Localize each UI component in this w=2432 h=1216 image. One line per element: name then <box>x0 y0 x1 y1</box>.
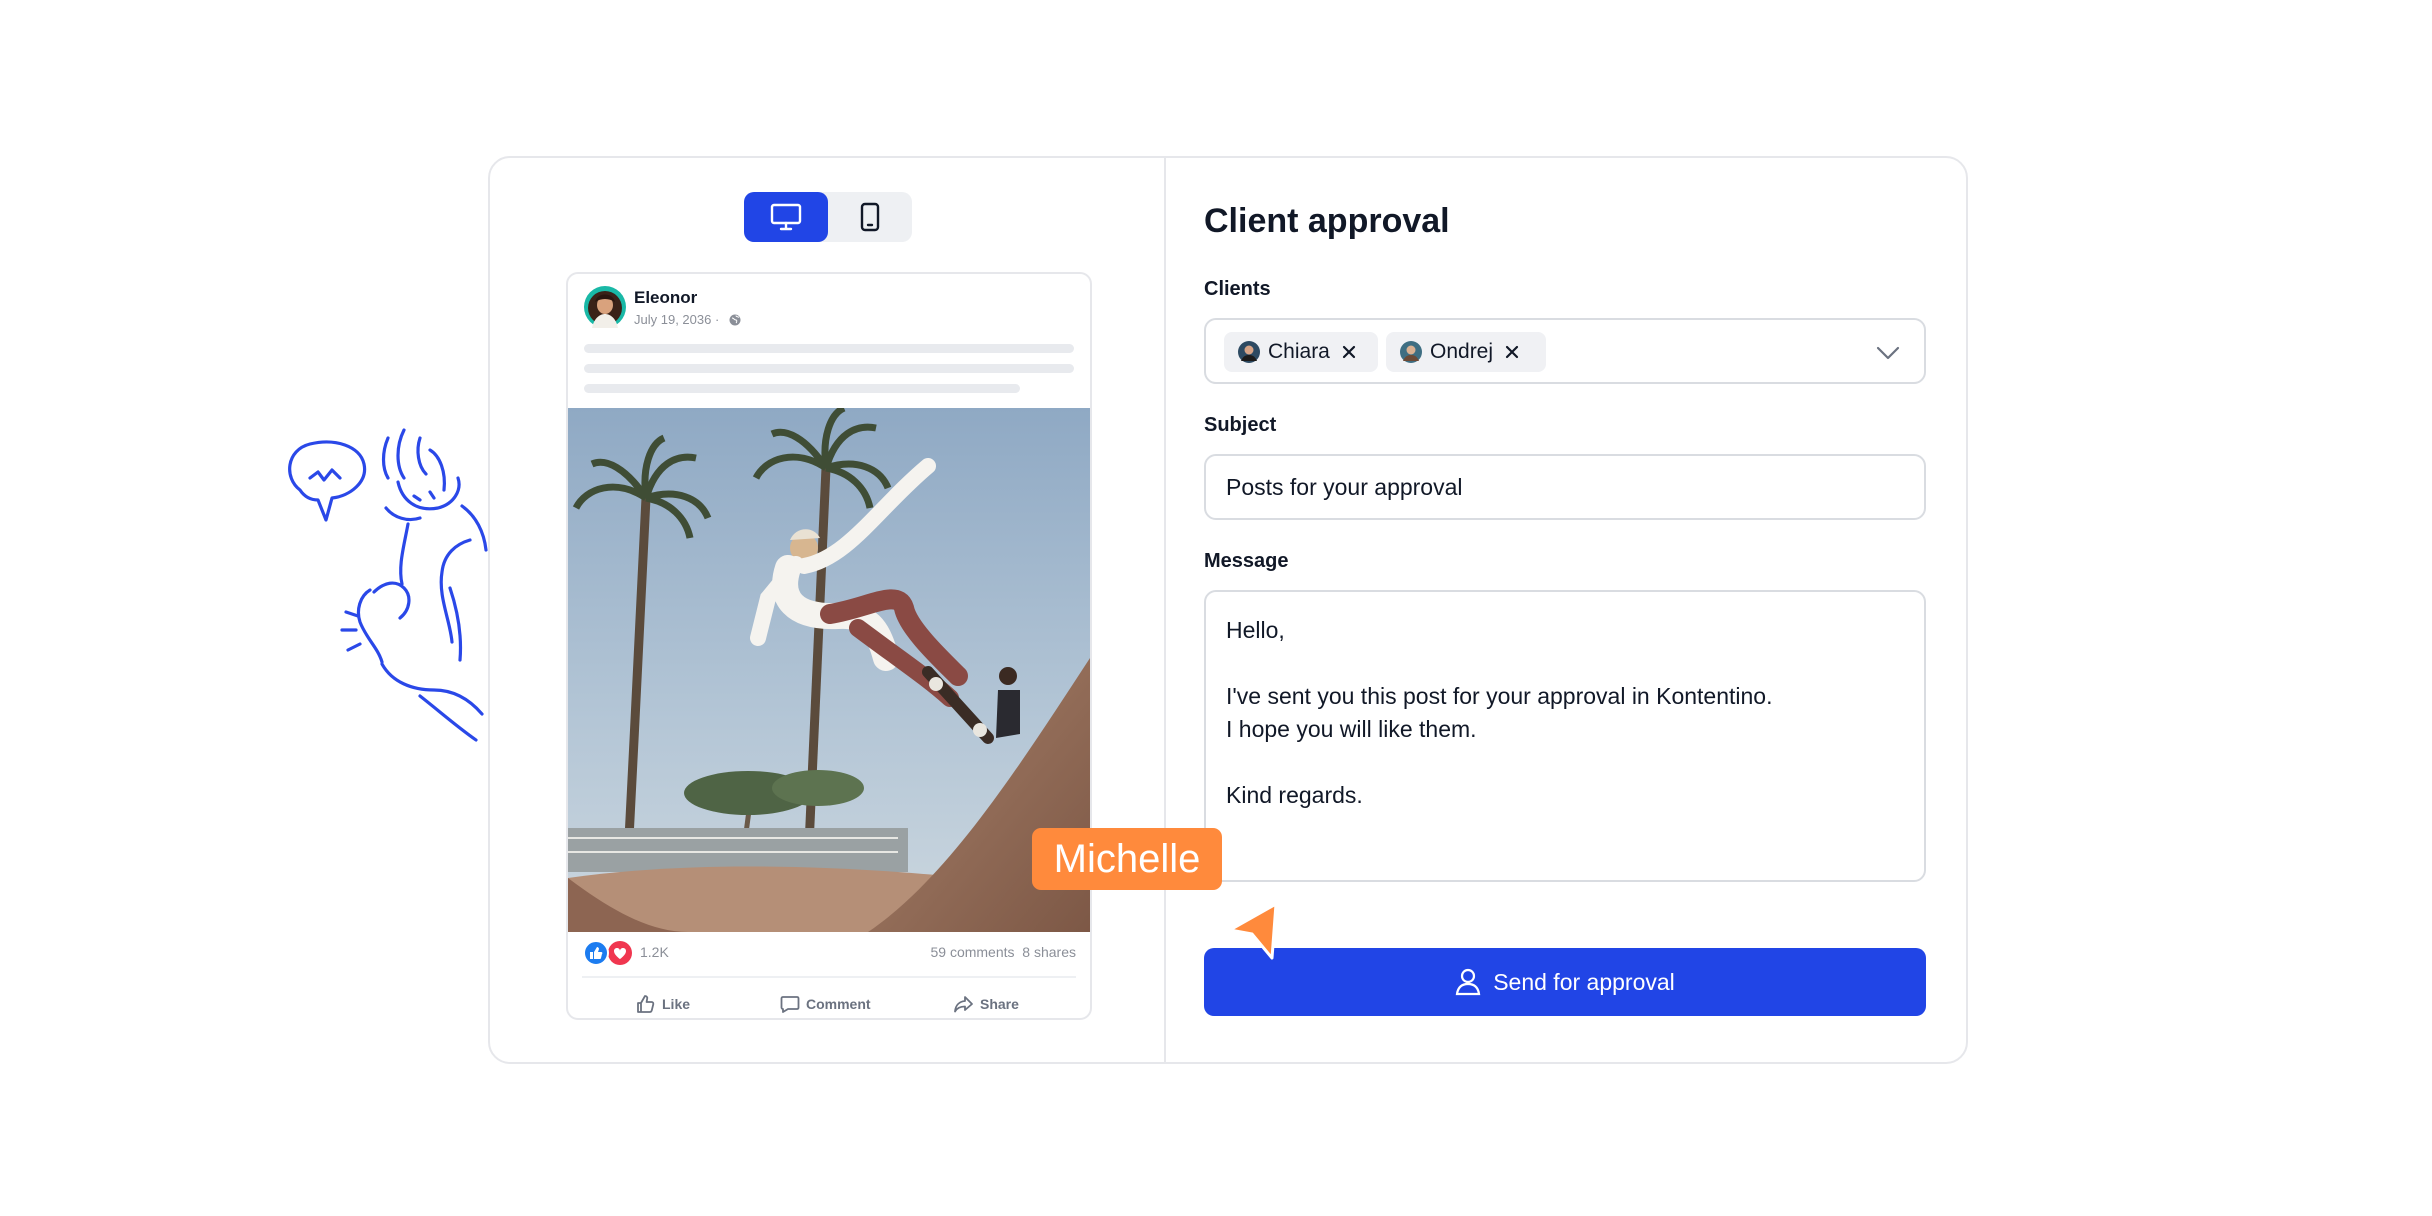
subject-input[interactable]: Posts for your approval <box>1204 454 1926 520</box>
share-action[interactable]: Share <box>954 992 1019 1016</box>
post-preview: Eleonor July 19, 2036 · 1.2K 59 comments… <box>566 272 1092 1020</box>
client-chip-ondrej: Ondrej <box>1386 332 1546 372</box>
comment-action[interactable]: Comment <box>780 992 871 1016</box>
send-button-label: Send for approval <box>1493 968 1675 995</box>
desktop-icon <box>770 203 802 231</box>
remove-client-button[interactable] <box>1342 345 1356 359</box>
chevron-down-icon[interactable] <box>1876 346 1900 360</box>
device-toggle <box>744 192 912 242</box>
comment-label: Comment <box>806 996 871 1012</box>
like-label: Like <box>662 996 691 1012</box>
user-icon <box>1455 968 1481 996</box>
post-date: July 19, 2036 · <box>634 312 720 327</box>
client-chip-label: Chiara <box>1268 340 1330 363</box>
text-placeholder-line <box>584 344 1074 353</box>
cursor-pointer-icon <box>1228 902 1278 960</box>
panel-divider <box>1164 158 1166 1062</box>
close-icon <box>1505 345 1519 359</box>
client-avatar <box>1238 341 1260 363</box>
clients-select[interactable]: Chiara Ondrej <box>1204 318 1926 384</box>
thumbs-up-icon <box>637 995 655 1013</box>
post-divider <box>582 976 1076 978</box>
message-value: Hello, I've sent you this post for your … <box>1226 617 1773 808</box>
collaborator-name-tag: Michelle <box>1032 828 1222 890</box>
author-name: Eleonor <box>634 288 698 307</box>
share-label: Share <box>980 996 1019 1012</box>
reactions-icons <box>583 940 632 966</box>
client-avatar <box>1400 341 1422 363</box>
clients-label: Clients <box>1204 278 1271 300</box>
post-stats: 59 comments 8 shares <box>930 944 1076 960</box>
comment-icon <box>780 996 800 1013</box>
globe-icon <box>729 314 741 326</box>
send-for-approval-button[interactable]: Send for approval <box>1204 948 1926 1016</box>
subject-value: Posts for your approval <box>1226 474 1463 500</box>
client-chip-label: Ondrej <box>1430 340 1494 363</box>
page-title: Client approval <box>1204 202 1450 240</box>
remove-client-button[interactable] <box>1505 345 1519 359</box>
author-avatar <box>584 286 626 328</box>
close-icon <box>1342 345 1355 359</box>
mobile-preview-button[interactable] <box>828 192 912 242</box>
mobile-icon <box>860 202 880 232</box>
reactions-count: 1.2K <box>640 944 669 960</box>
share-icon <box>954 996 973 1013</box>
like-action[interactable]: Like <box>636 992 690 1016</box>
desktop-preview-button[interactable] <box>744 192 828 242</box>
text-placeholder-line <box>584 384 1020 393</box>
doodle-illustration <box>288 428 488 742</box>
text-placeholder-line <box>584 364 1074 373</box>
message-label: Message <box>1204 550 1289 572</box>
post-photo <box>568 408 1090 932</box>
message-textarea[interactable]: Hello, I've sent you this post for your … <box>1204 590 1926 882</box>
client-chip-chiara: Chiara <box>1224 332 1378 372</box>
subject-label: Subject <box>1204 414 1277 436</box>
